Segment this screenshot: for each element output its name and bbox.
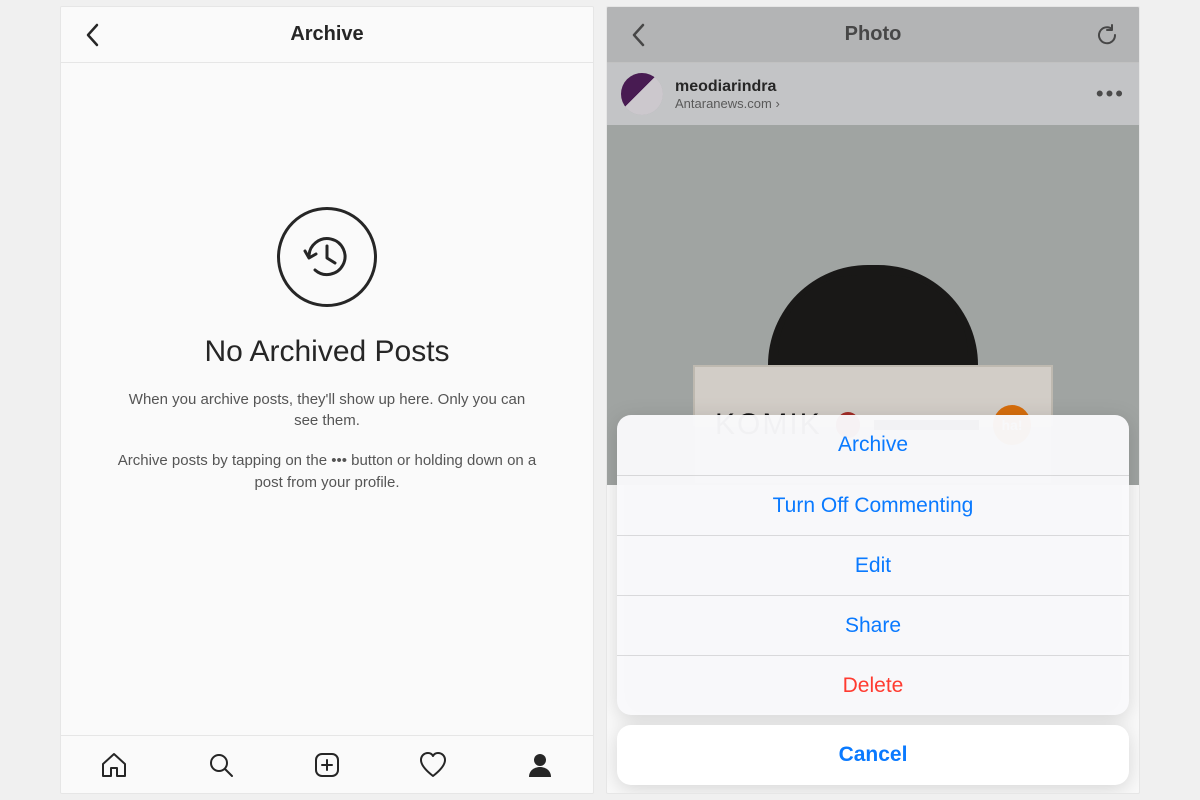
action-sheet: Archive Turn Off Commenting Edit Share D… bbox=[617, 415, 1129, 785]
history-icon bbox=[277, 207, 377, 307]
username[interactable]: meodiarindra bbox=[675, 78, 780, 96]
archive-screen: Archive No Archived Posts When you archi… bbox=[60, 6, 594, 794]
action-sheet-group: Archive Turn Off Commenting Edit Share D… bbox=[617, 415, 1129, 715]
post-header: meodiarindra Antaranews.com › ••• bbox=[607, 63, 1139, 125]
post-header-text: meodiarindra Antaranews.com › bbox=[675, 78, 780, 111]
action-cancel[interactable]: Cancel bbox=[617, 725, 1129, 785]
action-edit[interactable]: Edit bbox=[617, 535, 1129, 595]
back-button[interactable] bbox=[623, 22, 655, 48]
action-delete[interactable]: Delete bbox=[617, 655, 1129, 715]
tab-profile[interactable] bbox=[510, 750, 570, 780]
tab-new-post[interactable] bbox=[297, 750, 357, 780]
action-archive[interactable]: Archive bbox=[617, 415, 1129, 475]
tab-home[interactable] bbox=[84, 750, 144, 780]
photo-title: Photo bbox=[845, 23, 902, 46]
empty-paragraph-2: Archive posts by tapping on the ••• butt… bbox=[117, 450, 537, 494]
tab-search[interactable] bbox=[191, 750, 251, 780]
back-button[interactable] bbox=[77, 22, 109, 48]
dual-screenshot-stage: Archive No Archived Posts When you archi… bbox=[60, 0, 1140, 800]
refresh-button[interactable] bbox=[1091, 23, 1123, 47]
archive-empty-state: No Archived Posts When you archive posts… bbox=[61, 63, 593, 735]
archive-header: Archive bbox=[61, 7, 593, 63]
tab-activity[interactable] bbox=[403, 750, 463, 780]
empty-heading: No Archived Posts bbox=[204, 335, 449, 369]
empty-paragraph-1: When you archive posts, they'll show up … bbox=[117, 389, 537, 433]
more-options-button[interactable]: ••• bbox=[1096, 81, 1125, 107]
avatar[interactable] bbox=[621, 73, 663, 115]
photo-screen: Photo meodiarindra Antaranews.com › ••• … bbox=[606, 6, 1140, 794]
action-share[interactable]: Share bbox=[617, 595, 1129, 655]
bottom-tab-bar bbox=[61, 735, 593, 793]
archive-title: Archive bbox=[290, 23, 363, 46]
action-turn-off-commenting[interactable]: Turn Off Commenting bbox=[617, 475, 1129, 535]
location-text[interactable]: Antaranews.com › bbox=[675, 96, 780, 111]
photo-header: Photo bbox=[607, 7, 1139, 63]
